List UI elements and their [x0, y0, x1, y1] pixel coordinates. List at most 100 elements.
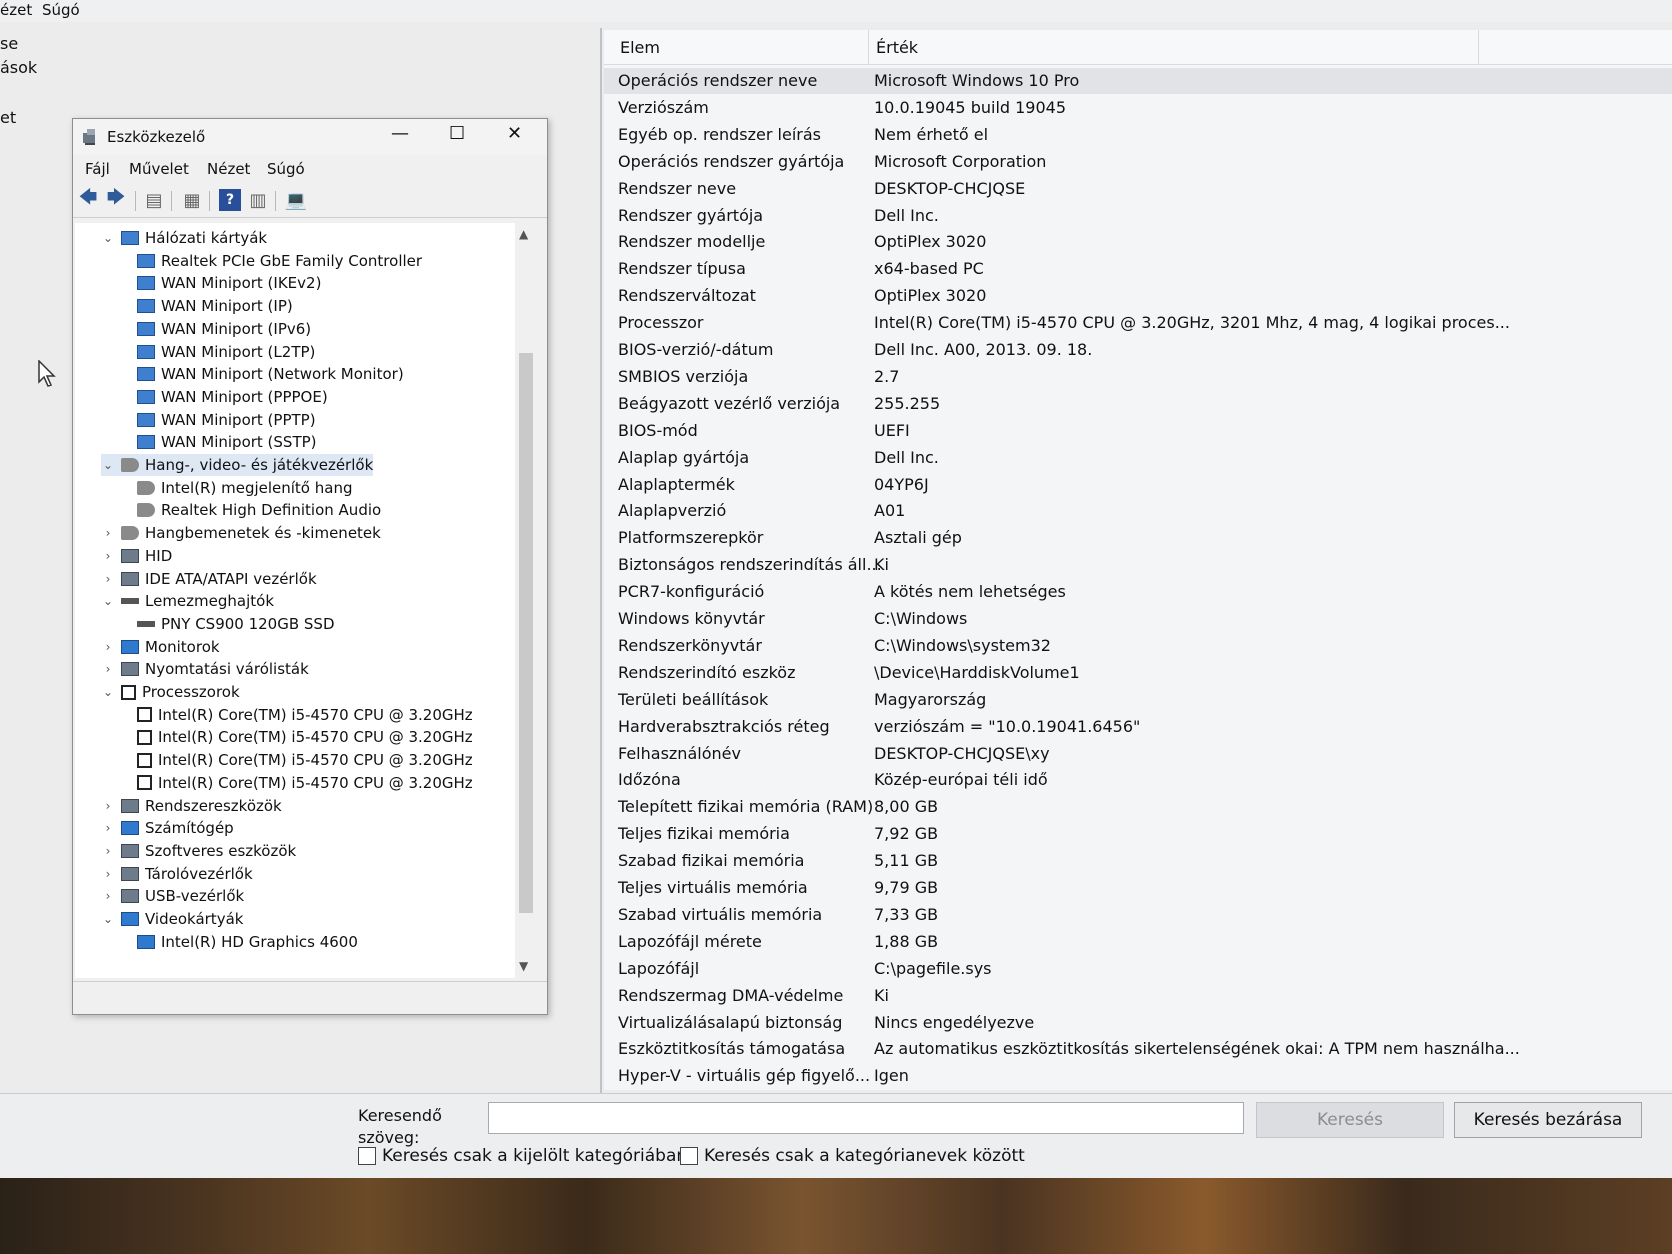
- scroll-up-icon[interactable]: ▲: [519, 227, 528, 241]
- table-row[interactable]: Rendszer típusa x64-based PC: [604, 256, 1672, 282]
- table-row[interactable]: SMBIOS verziója 2.7: [604, 364, 1672, 390]
- scan-hardware-icon[interactable]: 💻: [285, 189, 307, 211]
- table-row[interactable]: Szabad fizikai memória 5,11 GB: [604, 848, 1672, 874]
- table-row[interactable]: BIOS-mód UEFI: [604, 418, 1672, 444]
- tree-node[interactable]: ⌄ Hálózati kártyák: [101, 227, 267, 249]
- table-row[interactable]: Rendszermag DMA-védelme Ki: [604, 983, 1672, 1009]
- table-row[interactable]: Biztonságos rendszerindítás áll... Ki: [604, 552, 1672, 578]
- tree-node[interactable]: WAN Miniport (PPTP): [137, 409, 316, 431]
- table-row[interactable]: Windows könyvtár C:\Windows: [604, 606, 1672, 632]
- table-row[interactable]: Rendszerindító eszköz \Device\HarddiskVol…: [604, 660, 1672, 686]
- tree-node[interactable]: › IDE ATA/ATAPI vezérlők: [101, 568, 317, 590]
- chevron-right-icon[interactable]: ›: [101, 844, 115, 858]
- search-input[interactable]: [488, 1102, 1244, 1134]
- table-row[interactable]: Platformszerepkör Asztali gép: [604, 525, 1672, 551]
- tree-node[interactable]: WAN Miniport (L2TP): [137, 341, 315, 363]
- help-icon[interactable]: ?: [219, 189, 241, 211]
- minimize-icon[interactable]: —: [391, 123, 409, 144]
- tree-node[interactable]: Intel(R) Core(TM) i5-4570 CPU @ 3.20GHz: [137, 749, 473, 771]
- tree-node[interactable]: ⌄ Hang-, video- és játékvezérlők: [101, 454, 374, 476]
- scroll-down-icon[interactable]: ▼: [519, 959, 528, 973]
- table-row[interactable]: Alaplapverzió A01: [604, 498, 1672, 524]
- table-row[interactable]: Alaplap gyártója Dell Inc.: [604, 445, 1672, 471]
- checkbox-category-names[interactable]: Keresés csak a kategórianevek között: [680, 1146, 1025, 1166]
- table-row[interactable]: Beágyazott vezérlő verziója 255.255: [604, 391, 1672, 417]
- tree-node[interactable]: ⌄ Lemezmeghajtók: [101, 590, 274, 612]
- table-row[interactable]: Operációs rendszer gyártója Microsoft Cor…: [604, 149, 1672, 175]
- back-arrow-icon[interactable]: 🡄: [77, 187, 99, 211]
- table-row[interactable]: Egyéb op. rendszer leírás Nem érhető el: [604, 122, 1672, 148]
- menu-view[interactable]: ézet: [0, 1, 32, 19]
- category-item[interactable]: se: [0, 34, 18, 53]
- chevron-right-icon[interactable]: ›: [101, 662, 115, 676]
- tree-node[interactable]: ⌄ Processzorok: [101, 681, 240, 703]
- chevron-right-icon[interactable]: ›: [101, 549, 115, 563]
- chevron-right-icon[interactable]: ›: [101, 821, 115, 835]
- column-header-item[interactable]: Elem: [620, 38, 660, 57]
- table-row[interactable]: Operációs rendszer neve Microsoft Windows…: [604, 68, 1672, 94]
- tree-node[interactable]: › USB-vezérlők: [101, 885, 245, 907]
- title-bar[interactable]: Eszközkezelő — ☐ ✕: [73, 119, 547, 155]
- tree-node[interactable]: Intel(R) Core(TM) i5-4570 CPU @ 3.20GHz: [137, 726, 473, 748]
- table-row[interactable]: Hyper-V - virtuális gép figyelő... Igen: [604, 1063, 1672, 1089]
- table-row[interactable]: PCR7-konfiguráció A kötés nem lehetséges: [604, 579, 1672, 605]
- tree-node[interactable]: Intel(R) megjelenítő hang: [137, 477, 352, 499]
- tree-node[interactable]: › Rendszereszközök: [101, 795, 282, 817]
- chevron-down-icon[interactable]: ⌄: [101, 231, 115, 245]
- table-row[interactable]: Teljes virtuális memória 9,79 GB: [604, 875, 1672, 901]
- column-header-value[interactable]: Érték: [876, 38, 918, 57]
- device-manager-window[interactable]: Eszközkezelő — ☐ ✕ Fájl Művelet Nézet Sú…: [72, 118, 548, 1015]
- table-row[interactable]: Alaplaptermék 04YP6J: [604, 472, 1672, 498]
- chevron-right-icon[interactable]: ›: [101, 889, 115, 903]
- tree-node[interactable]: WAN Miniport (IPv6): [137, 318, 311, 340]
- table-row[interactable]: Verziószám 10.0.19045 build 19045: [604, 95, 1672, 121]
- tree-node[interactable]: ⌄ Videokártyák: [101, 908, 243, 930]
- scrollbar-thumb[interactable]: [519, 353, 533, 913]
- tree-node[interactable]: Realtek High Definition Audio: [137, 499, 381, 521]
- tree-node[interactable]: WAN Miniport (SSTP): [137, 431, 317, 453]
- tree-node[interactable]: WAN Miniport (Network Monitor): [137, 363, 404, 385]
- chevron-right-icon[interactable]: ›: [101, 526, 115, 540]
- table-row[interactable]: Rendszerváltozat OptiPlex 3020: [604, 283, 1672, 309]
- close-search-button[interactable]: Keresés bezárása: [1454, 1102, 1642, 1138]
- table-row[interactable]: Telepített fizikai memória (RAM) 8,00 GB: [604, 794, 1672, 820]
- table-row[interactable]: Lapozófájl mérete 1,88 GB: [604, 929, 1672, 955]
- chevron-down-icon[interactable]: ⌄: [101, 594, 115, 608]
- tree-node[interactable]: Intel(R) Core(TM) i5-4570 CPU @ 3.20GHz: [137, 704, 473, 726]
- table-row[interactable]: Hardverabsztrakciós réteg verziószám = "1…: [604, 714, 1672, 740]
- chevron-right-icon[interactable]: ›: [101, 799, 115, 813]
- view-icon[interactable]: ▥: [247, 189, 269, 211]
- properties-icon[interactable]: ▦: [181, 189, 203, 211]
- table-row[interactable]: BIOS-verzió/-dátum Dell Inc. A00, 2013. 0…: [604, 337, 1672, 363]
- table-row[interactable]: Virtualizálásalapú biztonság Nincs engedé…: [604, 1010, 1672, 1036]
- table-row[interactable]: Eszköztitkosítás támogatása Az automatiku…: [604, 1036, 1672, 1062]
- table-row[interactable]: Időzóna Közép-európai téli idő: [604, 767, 1672, 793]
- tree-node[interactable]: › Szoftveres eszközök: [101, 840, 297, 862]
- chevron-down-icon[interactable]: ⌄: [101, 458, 115, 472]
- category-item[interactable]: et: [0, 108, 16, 127]
- menu-help[interactable]: Súgó: [42, 1, 80, 19]
- tree-node[interactable]: Realtek PCIe GbE Family Controller: [137, 250, 422, 272]
- tree-node[interactable]: Intel(R) HD Graphics 4600: [137, 931, 358, 953]
- menu-help[interactable]: Súgó: [267, 160, 305, 178]
- tree-node[interactable]: WAN Miniport (IP): [137, 295, 293, 317]
- table-row[interactable]: Felhasználónév DESKTOP-CHCJQSE\xy: [604, 741, 1672, 767]
- tree-node[interactable]: WAN Miniport (IKEv2): [137, 272, 321, 294]
- table-row[interactable]: Rendszer modellje OptiPlex 3020: [604, 229, 1672, 255]
- tree-node[interactable]: › Monitorok: [101, 636, 220, 658]
- search-button[interactable]: Keresés: [1256, 1102, 1444, 1138]
- menu-view[interactable]: Nézet: [207, 160, 250, 178]
- tree-node[interactable]: WAN Miniport (PPPOE): [137, 386, 328, 408]
- show-hide-tree-icon[interactable]: ▤: [143, 189, 165, 211]
- tree-scrollbar[interactable]: ▲ ▼: [515, 223, 537, 978]
- table-row[interactable]: Rendszer neve DESKTOP-CHCJQSE: [604, 176, 1672, 202]
- table-row[interactable]: Teljes fizikai memória 7,92 GB: [604, 821, 1672, 847]
- close-icon[interactable]: ✕: [507, 123, 522, 144]
- table-row[interactable]: Szabad virtuális memória 7,33 GB: [604, 902, 1672, 928]
- tree-node[interactable]: › HID: [101, 545, 173, 567]
- table-row[interactable]: Rendszerkönyvtár C:\Windows\system32: [604, 633, 1672, 659]
- forward-arrow-icon[interactable]: 🡆: [105, 187, 127, 211]
- tree-node[interactable]: › Számítógép: [101, 817, 234, 839]
- table-row[interactable]: Lapozófájl C:\pagefile.sys: [604, 956, 1672, 982]
- menu-file[interactable]: Fájl: [85, 160, 110, 178]
